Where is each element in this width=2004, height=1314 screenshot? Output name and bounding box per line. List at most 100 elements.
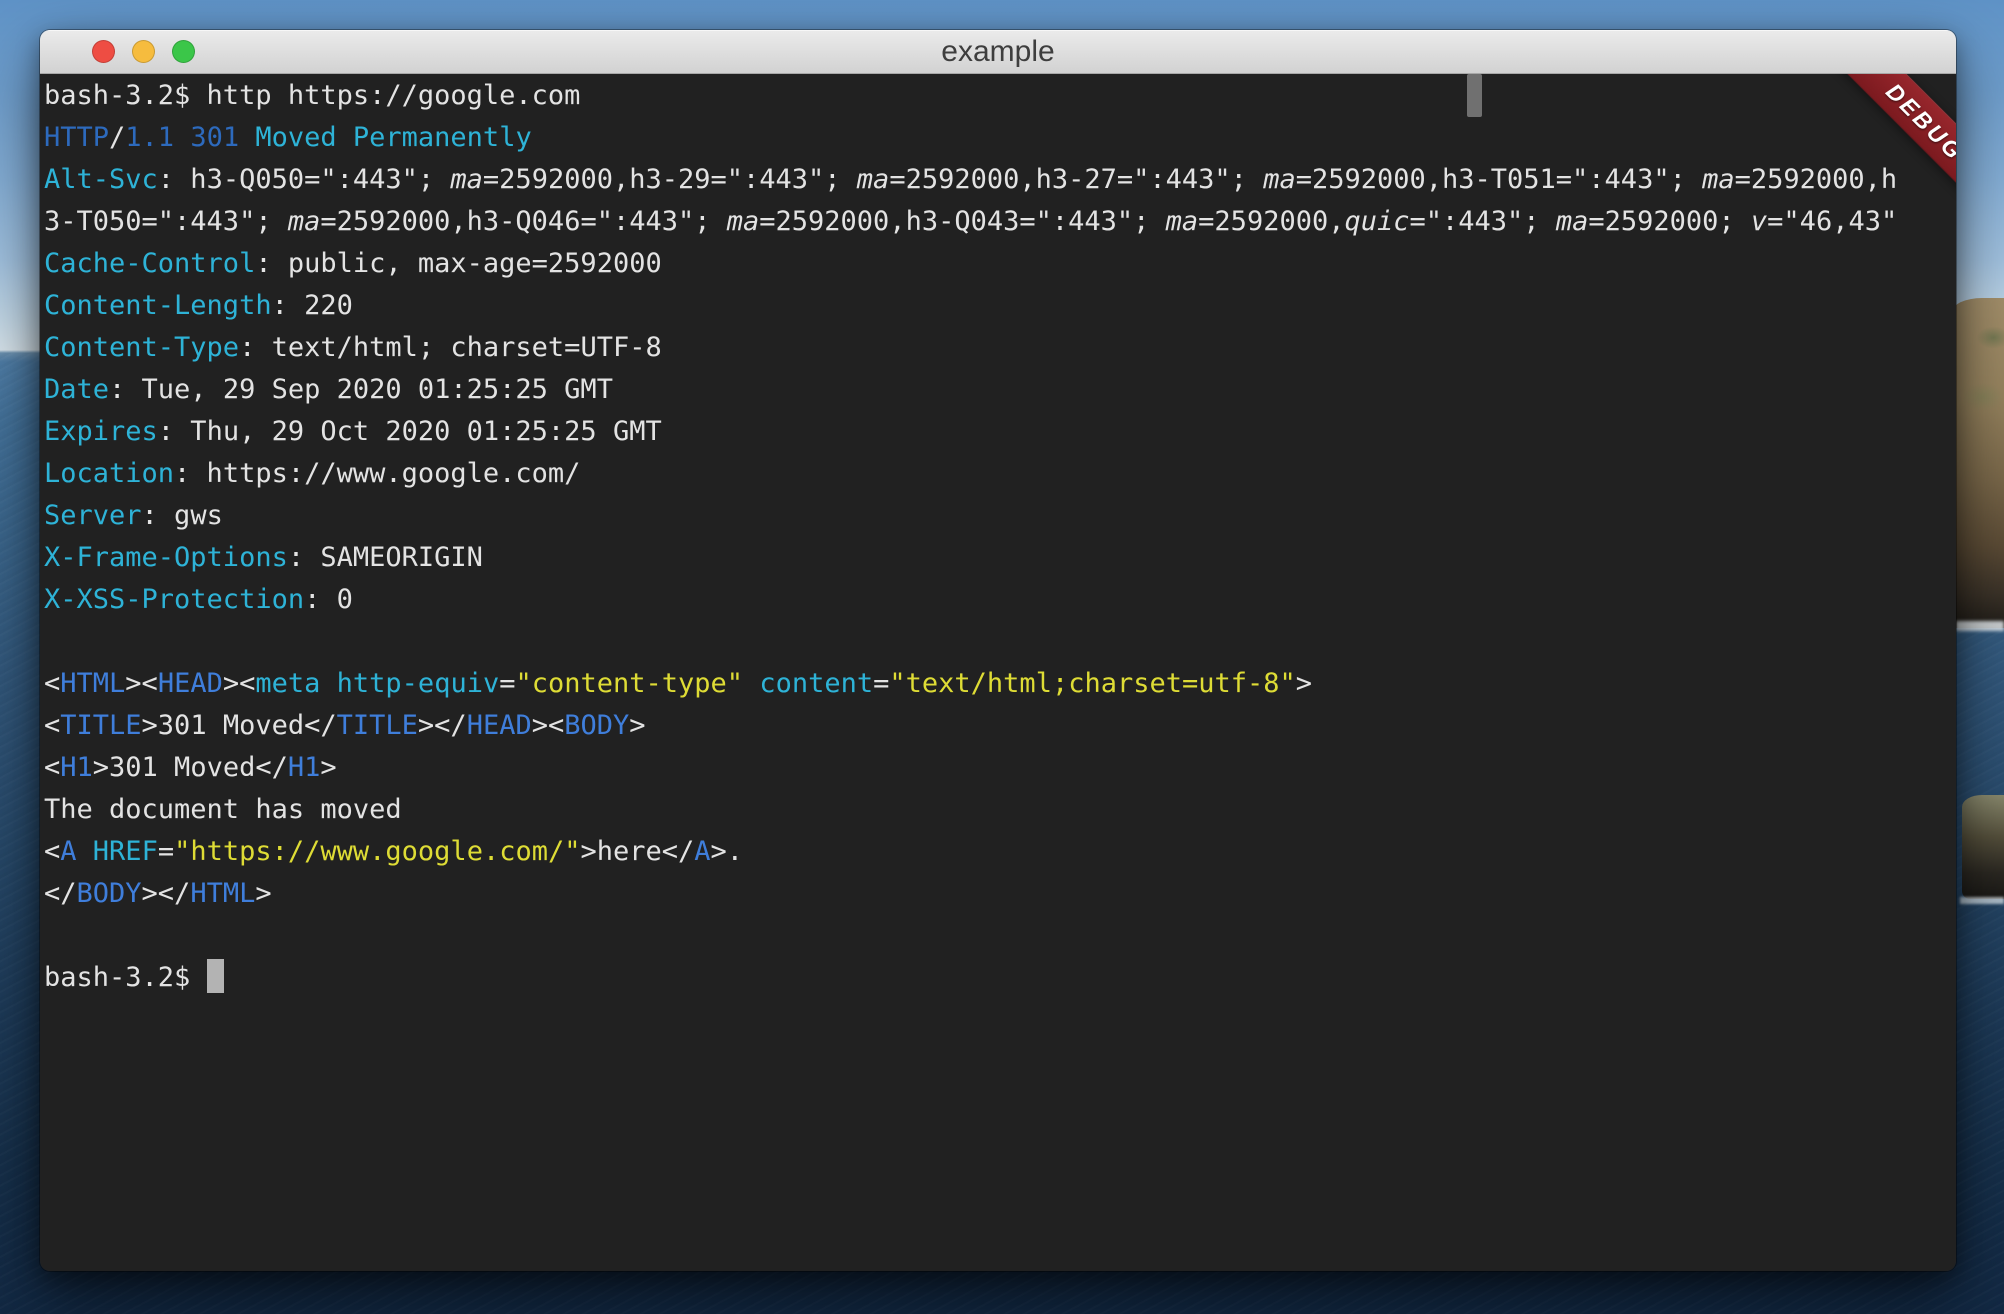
terminal-text: ></ [418,710,467,741]
terminal-line: < A HREF="https://www.google.com/">here</… [44,831,1956,873]
terminal-line: HTTP/1.1 301 Moved Permanently [44,117,1956,159]
terminal-line: Date: Tue, 29 Sep 2020 01:25:25 GMT [44,369,1956,411]
terminal-text: Alt-Svc [44,164,158,195]
terminal-line: bash-3.2$ http https://google.com [44,75,1956,117]
terminal-text: X-Frame-Options [44,542,288,573]
terminal-text: TITLE [60,710,141,741]
terminal-line [44,915,1956,957]
terminal-line: 3-T050=":443"; ma=2592000,h3-Q046=":443"… [44,201,1956,243]
terminal-content[interactable]: bash-3.2$ http https://google.comHTTP/1.… [40,74,1956,1271]
terminal-line: <HTML><HEAD><meta http-equiv="content-ty… [44,663,1956,705]
terminal-text: =2592000,h3-Q046=":443"; [320,206,726,237]
terminal-line: Content-Type: text/html; charset=UTF-8 [44,327,1956,369]
terminal-text: = [499,668,515,699]
terminal-text: meta [255,668,320,699]
terminal-text [320,668,336,699]
traffic-lights [92,30,195,73]
terminal-text: "https://www.google.com/" [174,836,580,867]
terminal-text: =2592000,h3-27=":443"; [889,164,1263,195]
terminal-text: BODY [77,878,142,909]
terminal-text: Content-Type [44,332,239,363]
minimize-button[interactable] [132,40,155,63]
zoom-button[interactable] [172,40,195,63]
terminal-text: =2592000,h [1735,164,1898,195]
terminal-text: < [44,710,60,741]
terminal-text: Expires [44,416,158,447]
terminal-text: < [44,668,60,699]
terminal-text: =2592000,h3-T051=":443"; [1296,164,1702,195]
terminal-line: Location: https://www.google.com/ [44,453,1956,495]
terminal-text: HREF [93,836,158,867]
terminal-text: ma [857,164,890,195]
terminal-text: =":443"; [1410,206,1556,237]
terminal-text: X-XSS-Protection [44,584,304,615]
terminal-line: X-Frame-Options: SAMEORIGIN [44,537,1956,579]
terminal-text: >< [125,668,158,699]
desktop-wallpaper: example bash-3.2$ http https://google.co… [0,0,2004,1314]
window-titlebar[interactable]: example [40,30,1956,74]
terminal-text: H1 [288,752,321,783]
terminal-text: Moved Permanently [255,122,531,153]
terminal-line: <H1>301 Moved</H1> [44,747,1956,789]
terminal-text: HTML [190,878,255,909]
terminal-text: < [44,836,60,867]
terminal-text: 1.1 301 [125,122,239,153]
terminal-text: ma [288,206,321,237]
terminal-window: example bash-3.2$ http https://google.co… [40,30,1956,1271]
wallpaper-cliff [1952,298,2004,628]
terminal-line: Alt-Svc: h3-Q050=":443"; ma=2592000,h3-2… [44,159,1956,201]
window-title: example [40,30,1956,73]
terminal-text: "content-type" [515,668,743,699]
scrollbar-thumb[interactable] [1467,74,1482,117]
terminal-text: The document has moved [44,794,402,825]
terminal-text: A [694,836,710,867]
terminal-line: Content-Length: 220 [44,285,1956,327]
terminal-text: < [44,752,60,783]
terminal-text: H1 [60,752,93,783]
terminal-text: Date [44,374,109,405]
terminal-line: bash-3.2$ [44,957,1956,999]
terminal-text: >. [711,836,744,867]
terminal-text: "text/html;charset=utf-8" [889,668,1295,699]
terminal-text: =2592000,h3-Q043=":443"; [759,206,1165,237]
terminal-text: > [629,710,645,741]
terminal-text: =2592000; [1588,206,1751,237]
terminal-text: Cache-Control [44,248,255,279]
terminal-text: ma [727,206,760,237]
terminal-text: content [759,668,873,699]
terminal-text: HEAD [467,710,532,741]
terminal-text: quic [1344,206,1409,237]
terminal-text: > [255,878,271,909]
terminal-text: : h3-Q050=":443"; [158,164,451,195]
terminal-line: Cache-Control: public, max-age=2592000 [44,243,1956,285]
terminal-text: > [1296,668,1312,699]
terminal-text: =2592000,h3-29=":443"; [483,164,857,195]
terminal-text: : gws [142,500,223,531]
terminal-line [44,621,1956,663]
terminal-text: >< [532,710,565,741]
wallpaper-rock-surf [1960,897,2004,904]
terminal-text: : 0 [304,584,353,615]
terminal-text: </ [44,878,77,909]
terminal-text: HEAD [158,668,223,699]
terminal-text: >here</ [580,836,694,867]
terminal-line: The document has moved [44,789,1956,831]
terminal-text: ma [1702,164,1735,195]
terminal-line: </BODY></HTML> [44,873,1956,915]
terminal-text [239,122,255,153]
terminal-text: ma [1263,164,1296,195]
terminal-lines: bash-3.2$ http https://google.comHTTP/1.… [44,75,1956,999]
terminal-text: ma [1556,206,1589,237]
terminal-line: Server: gws [44,495,1956,537]
terminal-text: HTTP [44,122,109,153]
terminal-text: : https://www.google.com/ [174,458,580,489]
terminal-text: : Tue, 29 Sep 2020 01:25:25 GMT [109,374,613,405]
terminal-text: HTML [60,668,125,699]
terminal-text: = [158,836,174,867]
close-button[interactable] [92,40,115,63]
terminal-text: : public, max-age=2592000 [255,248,661,279]
terminal-text: : text/html; charset=UTF-8 [239,332,662,363]
terminal-text [77,836,93,867]
terminal-text: ma [1166,206,1199,237]
terminal-text: 3-T050=":443"; [44,206,288,237]
